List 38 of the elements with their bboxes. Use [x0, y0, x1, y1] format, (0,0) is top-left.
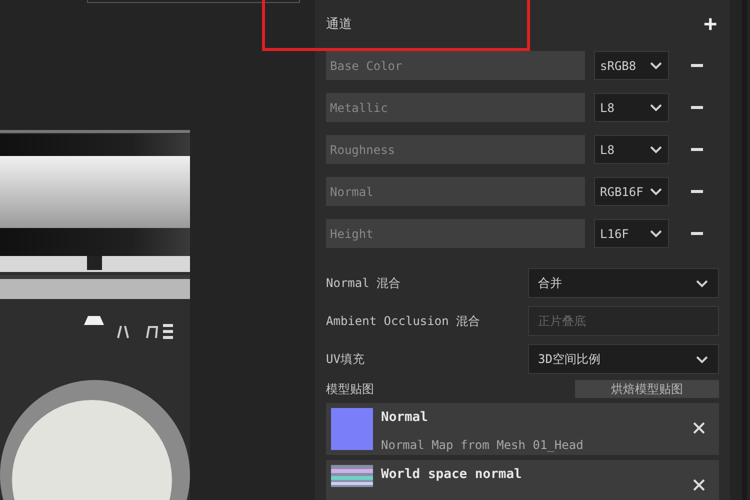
format-dropdown[interactable]: L16F	[594, 219, 669, 248]
bake-mesh-maps-button[interactable]: 烘焙模型贴图	[575, 380, 719, 398]
minus-icon	[691, 64, 703, 68]
format-dropdown[interactable]: L8	[594, 135, 669, 164]
close-icon	[693, 422, 705, 434]
section-title: 通道	[326, 16, 352, 34]
chevron-down-icon	[649, 103, 663, 112]
mesh-map-name: World space normal	[381, 466, 522, 484]
chevron-down-icon	[649, 145, 663, 154]
format-dropdown[interactable]: L8	[594, 93, 669, 122]
minus-icon	[691, 148, 703, 152]
setting-dropdown: 正片叠底	[528, 306, 719, 336]
setting-dropdown[interactable]: 合并	[528, 268, 719, 298]
format-dropdown[interactable]: sRGB8	[594, 51, 669, 80]
chevron-down-icon	[695, 354, 709, 364]
minus-icon	[691, 232, 703, 236]
setting-dropdown[interactable]: 3D空间比例	[528, 344, 719, 374]
chevron-down-icon	[649, 187, 663, 196]
close-button[interactable]	[691, 420, 707, 436]
chevron-down-icon	[649, 61, 663, 70]
chevron-down-icon	[649, 229, 663, 238]
setting-label: Normal 混合	[326, 275, 401, 292]
format-dropdown[interactable]: RGB16F	[594, 177, 669, 206]
normal-map-thumbnail	[331, 408, 373, 450]
setting-label: UV填充	[326, 351, 364, 368]
mesh-map-item[interactable]: Normal Normal Map from Mesh 01_Head	[326, 403, 719, 455]
chevron-down-icon	[695, 278, 709, 288]
close-button[interactable]	[691, 477, 707, 493]
world-normal-thumbnail	[331, 465, 373, 487]
mesh-map-name: Normal	[381, 409, 429, 427]
mesh-map-description: Normal Map from Mesh 01_Head	[381, 436, 584, 454]
mesh-map-item[interactable]: World space normal	[326, 460, 719, 500]
minus-icon	[691, 106, 703, 110]
section-title: 模型贴图	[326, 381, 374, 398]
add-channel-button[interactable]: +	[704, 14, 717, 36]
minus-icon	[691, 190, 703, 194]
close-icon	[693, 479, 705, 491]
setting-label: Ambient Occlusion 混合	[326, 313, 480, 330]
